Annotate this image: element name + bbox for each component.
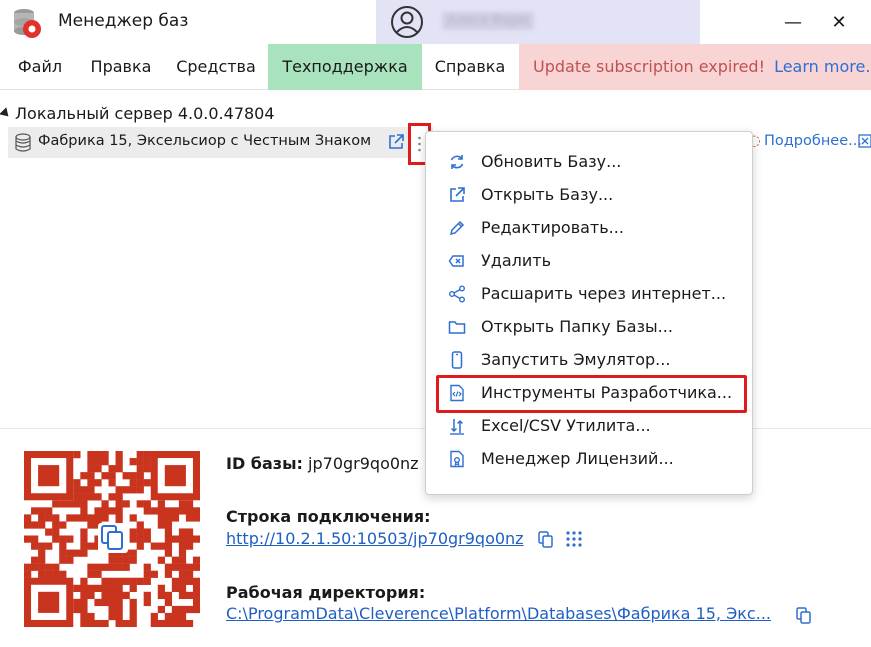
menu-item-emulator[interactable]: Запустить Эмулятор... xyxy=(426,343,754,376)
user-avatar-icon xyxy=(391,6,423,38)
menu-item-label: Менеджер Лицензий... xyxy=(481,449,674,468)
menu-item-label: Excel/CSV Утилита... xyxy=(481,416,651,435)
user-account[interactable]: Алеся Фарм xyxy=(376,0,700,44)
menu-item-license-manager[interactable]: Менеджер Лицензий... xyxy=(426,442,754,475)
delete-icon xyxy=(448,255,464,267)
menu-tools[interactable]: Средства xyxy=(168,44,264,90)
menu-item-label: Открыть Базу... xyxy=(481,185,614,204)
db-id-value: jp70gr9qo0nz xyxy=(308,454,419,473)
db-id-label: ID базы: xyxy=(226,454,303,473)
menu-item-refresh-db[interactable]: Обновить Базу... xyxy=(426,145,754,178)
menu-edit[interactable]: Правка xyxy=(80,44,162,90)
menu-item-excel-util[interactable]: Excel/CSV Утилита... xyxy=(426,409,754,442)
menu-item-open-folder[interactable]: Открыть Папку Базы... xyxy=(426,310,754,343)
menu-item-share[interactable]: Расшарить через интернет... xyxy=(426,277,754,310)
folder-icon xyxy=(448,321,466,334)
learn-more-link[interactable]: Learn more... xyxy=(774,57,871,76)
close-button[interactable]: ✕ xyxy=(816,0,862,44)
share-icon xyxy=(449,285,465,303)
menu-bar: Файл Правка Средства Техподдержка Справк… xyxy=(0,44,871,90)
menu-item-label: Удалить xyxy=(481,251,551,270)
title-bar: Менеджер баз Алеся Фарм — ✕ xyxy=(0,0,871,44)
subscription-notice: Update subscription expired! Learn more.… xyxy=(519,44,871,90)
user-name: Алеся Фарм xyxy=(442,12,534,30)
server-label: Локальный сервер 4.0.0.47804 xyxy=(15,104,275,123)
work-dir-link[interactable]: C:\ProgramData\Cleverence\Platform\Datab… xyxy=(226,604,786,623)
menu-item-edit[interactable]: Редактировать... xyxy=(426,211,754,244)
menu-help[interactable]: Справка xyxy=(424,44,516,90)
database-row[interactable]: Фабрика 15, Эксельсиор с Честным Знаком xyxy=(8,127,433,158)
expand-arrow-icon[interactable] xyxy=(0,107,12,120)
copy-icon[interactable] xyxy=(537,530,555,548)
context-menu: Обновить Базу... Открыть Базу... Редакти… xyxy=(425,131,753,495)
kebab-icon xyxy=(418,136,421,152)
copy-icon[interactable] xyxy=(795,606,813,624)
menu-item-open-db[interactable]: Открыть Базу... xyxy=(426,178,754,211)
app-title: Менеджер баз xyxy=(58,11,189,31)
menu-support[interactable]: Техподдержка xyxy=(268,44,422,90)
excel-util-icon xyxy=(450,419,464,435)
app-logo-icon xyxy=(14,9,41,38)
server-node[interactable]: Локальный сервер 4.0.0.47804 xyxy=(0,104,275,124)
open-external-icon xyxy=(450,187,465,202)
menu-item-delete[interactable]: Удалить xyxy=(426,244,754,277)
open-external-icon[interactable] xyxy=(387,133,405,151)
menu-file[interactable]: Файл xyxy=(8,44,72,90)
connection-link[interactable]: http://10.2.1.50:10503/jp70gr9qo0nz xyxy=(226,529,524,548)
connection-label-text: Строка подключения: xyxy=(226,507,431,526)
pencil-icon xyxy=(449,220,465,236)
close-small-icon[interactable] xyxy=(858,133,871,149)
menu-item-label: Расшарить через интернет... xyxy=(481,284,727,303)
highlight-dev-tools xyxy=(436,375,747,413)
database-icon xyxy=(15,133,31,152)
db-id-field: ID базы: jp70gr9qo0nz xyxy=(226,454,419,473)
phone-icon xyxy=(451,351,463,369)
work-dir-label-text: Рабочая директория: xyxy=(226,583,426,602)
menu-item-label: Редактировать... xyxy=(481,218,624,237)
connection-label: Строка подключения: xyxy=(226,507,431,526)
menu-item-label: Запустить Эмулятор... xyxy=(481,350,671,369)
notice-text: Update subscription expired! xyxy=(533,57,765,76)
minimize-button[interactable]: — xyxy=(770,0,816,44)
qr-grid-icon[interactable] xyxy=(565,530,583,548)
work-dir-label: Рабочая директория: xyxy=(226,583,425,602)
qr-copy-button[interactable] xyxy=(98,523,128,553)
refresh-icon xyxy=(450,155,464,169)
details-link[interactable]: Подробнее... xyxy=(764,133,862,149)
database-name: Фабрика 15, Эксельсиор с Честным Знаком xyxy=(38,133,372,149)
copy-icon xyxy=(101,525,123,550)
license-icon xyxy=(450,450,464,468)
menu-item-label: Обновить Базу... xyxy=(481,152,622,171)
menu-item-label: Открыть Папку Базы... xyxy=(481,317,673,336)
